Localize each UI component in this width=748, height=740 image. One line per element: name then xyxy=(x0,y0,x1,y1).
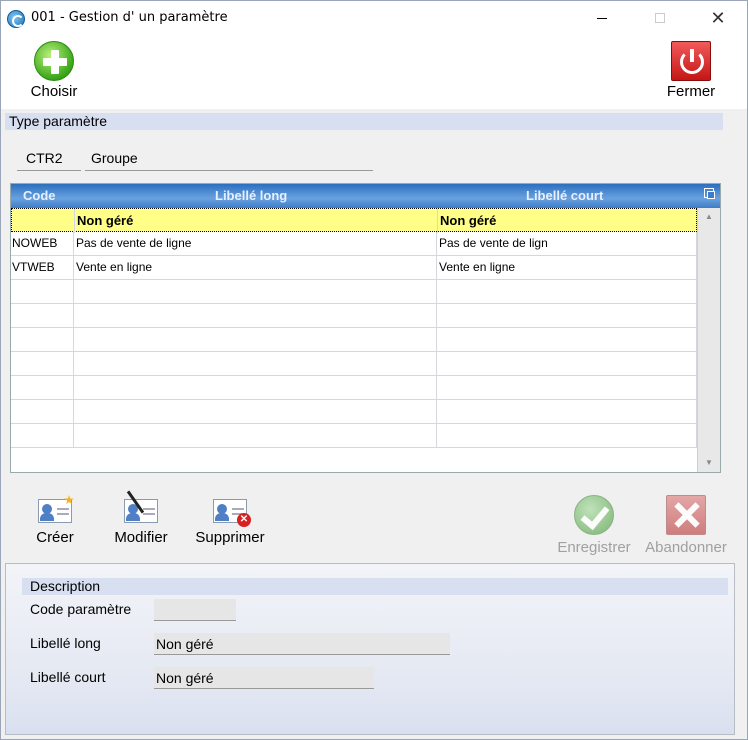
app-icon xyxy=(7,10,25,28)
description-title: Description xyxy=(22,578,728,595)
enregistrer-label: Enregistrer xyxy=(557,539,631,556)
action-bar: Créer Modifier ✕ Supprimer Enregistrer A… xyxy=(1,487,747,559)
cell-long xyxy=(74,424,437,448)
cell-long: Vente en ligne xyxy=(74,256,437,280)
cell-short xyxy=(437,376,697,400)
delete-card-icon: ✕ xyxy=(211,495,251,527)
minimize-icon xyxy=(597,17,607,19)
cell-long xyxy=(74,280,437,304)
fermer-button[interactable]: Fermer xyxy=(659,41,723,100)
cell-short: Pas de vente de lign xyxy=(437,232,697,256)
close-window-button[interactable]: ✕ xyxy=(695,1,741,35)
cell-code: VTWEB xyxy=(11,256,74,280)
close-icon: ✕ xyxy=(710,7,726,29)
cell-short xyxy=(437,400,697,424)
table-row[interactable]: VTWEB Vente en ligne Vente en ligne xyxy=(11,256,697,280)
cell-short xyxy=(437,280,697,304)
creer-button[interactable]: Créer xyxy=(31,495,79,546)
code-parametre-label: Code paramètre xyxy=(30,601,132,617)
fermer-label: Fermer xyxy=(666,83,716,100)
maximize-icon xyxy=(655,13,665,23)
supprimer-label: Supprimer xyxy=(195,529,265,546)
libelle-long-label: Libellé long xyxy=(30,635,101,651)
choisir-button[interactable]: Choisir xyxy=(23,41,85,100)
table-row[interactable] xyxy=(11,400,697,424)
cell-long: Non géré xyxy=(75,209,438,233)
cell-code: NOWEB xyxy=(11,232,74,256)
cell-code xyxy=(11,280,74,304)
cell-short xyxy=(437,424,697,448)
table-row[interactable] xyxy=(11,304,697,328)
cell-long xyxy=(74,352,437,376)
table-row[interactable] xyxy=(11,424,697,448)
abandonner-label: Abandonner xyxy=(645,539,727,556)
description-panel: Description Code paramètre Libellé long … xyxy=(5,563,735,735)
scroll-up-icon[interactable]: ▲ xyxy=(698,208,720,226)
cell-short xyxy=(437,304,697,328)
main-window: 001 - Gestion d' un paramètre ✕ Choisir … xyxy=(0,0,748,740)
libelle-court-label: Libellé court xyxy=(30,669,106,685)
window-title: 001 - Gestion d' un paramètre xyxy=(31,10,228,25)
table-row[interactable] xyxy=(11,280,697,304)
parameter-grid: Code Libellé long Libellé court Non géré… xyxy=(10,183,721,473)
column-header-code[interactable]: Code xyxy=(23,188,56,203)
cell-code xyxy=(11,424,74,448)
cell-long xyxy=(74,400,437,424)
table-row[interactable] xyxy=(11,328,697,352)
cell-short xyxy=(437,328,697,352)
modifier-button[interactable]: Modifier xyxy=(109,490,173,546)
cell-short: Vente en ligne xyxy=(437,256,697,280)
cell-short xyxy=(437,352,697,376)
creer-label: Créer xyxy=(36,529,74,546)
cancel-icon xyxy=(666,495,706,535)
table-row[interactable] xyxy=(11,376,697,400)
cell-code xyxy=(11,400,74,424)
type-label-field[interactable]: Groupe xyxy=(85,146,373,171)
cell-code xyxy=(11,304,74,328)
grid-options-icon[interactable] xyxy=(704,188,715,199)
cell-code xyxy=(11,376,74,400)
code-parametre-input[interactable] xyxy=(154,599,236,621)
type-code-field[interactable]: CTR2 xyxy=(17,146,81,171)
cell-short: Non géré xyxy=(438,209,698,233)
minimize-button[interactable] xyxy=(579,1,625,35)
power-icon xyxy=(671,41,711,81)
column-header-short[interactable]: Libellé court xyxy=(526,188,603,203)
modifier-label: Modifier xyxy=(114,529,168,546)
column-header-long[interactable]: Libellé long xyxy=(215,188,287,203)
edit-card-icon xyxy=(122,490,160,525)
plus-icon xyxy=(34,41,74,81)
table-row[interactable]: NOWEB Pas de vente de ligne Pas de vente d… xyxy=(11,232,697,256)
libelle-long-input[interactable]: Non géré xyxy=(154,633,450,655)
grid-header: Code Libellé long Libellé court xyxy=(11,184,720,208)
cell-long: Pas de vente de ligne xyxy=(74,232,437,256)
maximize-button[interactable] xyxy=(637,1,683,35)
enregistrer-button[interactable]: Enregistrer xyxy=(553,495,635,556)
cell-code xyxy=(12,209,75,233)
grid-rows: Non géré Non géré NOWEB Pas de vente de lig… xyxy=(11,208,698,448)
abandonner-button[interactable]: Abandonner xyxy=(641,495,731,556)
cell-long xyxy=(74,376,437,400)
choisir-label: Choisir xyxy=(30,83,78,100)
title-bar: 001 - Gestion d' un paramètre ✕ xyxy=(1,1,747,35)
toolbar: Choisir Fermer xyxy=(1,35,747,109)
type-section: CTR2 Groupe Code Libellé long Libellé co… xyxy=(5,130,723,482)
cell-long xyxy=(74,328,437,352)
create-card-icon xyxy=(36,495,74,525)
grid-scrollbar[interactable]: ▲ ▼ xyxy=(697,208,720,472)
table-row[interactable]: Non géré Non géré xyxy=(11,208,698,233)
scroll-down-icon[interactable]: ▼ xyxy=(698,454,720,472)
cell-code xyxy=(11,328,74,352)
table-row[interactable] xyxy=(11,352,697,376)
libelle-court-input[interactable]: Non géré xyxy=(154,667,374,689)
cell-code xyxy=(11,352,74,376)
check-icon xyxy=(574,495,614,535)
type-section-title: Type paramètre xyxy=(5,113,723,130)
supprimer-button[interactable]: ✕ Supprimer xyxy=(191,495,269,546)
cell-long xyxy=(74,304,437,328)
